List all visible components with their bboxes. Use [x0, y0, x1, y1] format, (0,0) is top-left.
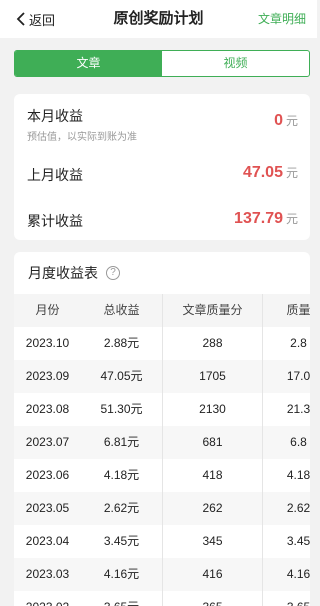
last-month-label: 上月收益 — [27, 167, 83, 183]
table-header: 月份 总收益 文章质量分 质量 — [14, 294, 310, 327]
cell-month: 2023.07 — [25, 435, 70, 449]
table-body: 2023.10 2.88元 288 2.8 2023.09 47.05元 1705 17.0 2… — [14, 327, 310, 606]
cell-month: 2023.10 — [25, 336, 70, 350]
cell-total: 4.18元 — [81, 459, 163, 492]
table-row: 2023.05 2.62元 262 2.62 — [14, 492, 310, 525]
cell-month: 2023.05 — [25, 501, 70, 515]
table-row: 2023.04 3.45元 345 3.45 — [14, 525, 310, 558]
cell-quality: 21.3 — [286, 402, 310, 416]
cell-month: 2023.06 — [25, 468, 70, 482]
cell-score: 345 — [163, 525, 263, 558]
total-amount: 137.79 — [234, 210, 283, 227]
cell-score: 1705 — [163, 360, 263, 393]
total-unit: 元 — [285, 212, 298, 226]
column-header-total: 总收益 — [81, 294, 163, 327]
tab-article[interactable]: 文章 — [15, 51, 162, 76]
cell-quality: 4.16 — [286, 567, 310, 581]
cell-total: 3.45元 — [81, 525, 163, 558]
monthly-earnings-table: 月份 总收益 文章质量分 质量 2023.10 2.88元 288 2.8 2023.0… — [14, 294, 310, 606]
last-month-amount: 47.05 — [242, 164, 283, 181]
cell-score: 418 — [163, 459, 263, 492]
table-row: 2023.023.65元3653.65 — [14, 591, 310, 606]
content-type-tabs: 文章 视频 — [14, 50, 310, 77]
cell-total: 47.05元 — [81, 360, 163, 393]
monthly-table-title: 月度收益表 ? — [28, 263, 120, 283]
cell-month: 2023.09 — [25, 369, 70, 383]
table-row: 2023.07 6.81元 681 6.8 — [14, 426, 310, 459]
top-nav-bar: 返回 原创奖励计划 文章明细 — [0, 0, 317, 38]
cell-quality: 6.8 — [290, 435, 307, 449]
cell-quality: 17.0 — [286, 369, 310, 383]
cell-total: 2.62元 — [81, 492, 163, 525]
cell-month: 2023.08 — [25, 402, 70, 416]
cell-quality: 4.18 — [286, 468, 310, 482]
cell-quality: 3.45 — [286, 534, 310, 548]
column-header-quality: 质量 — [286, 303, 310, 317]
help-icon[interactable]: ? — [106, 266, 120, 280]
cell-total: 2.88元 — [81, 327, 163, 360]
column-header-month: 月份 — [35, 303, 60, 317]
cell-total: 4.16元 — [81, 558, 163, 591]
cell-month: 2023.04 — [25, 534, 70, 548]
table-row: 2023.08 51.30元 2130 21.3 — [14, 393, 310, 426]
this-month-value: 0 元 — [274, 112, 298, 130]
table-row: 2023.09 47.05元 1705 17.0 — [14, 360, 310, 393]
last-month-unit: 元 — [285, 166, 298, 180]
cell-month: 2023.03 — [25, 567, 70, 581]
this-month-note: 预估值，以实际到账为准 — [27, 132, 137, 143]
column-header-score: 文章质量分 — [163, 294, 263, 327]
tab-video[interactable]: 视频 — [162, 51, 309, 76]
article-detail-link[interactable]: 文章明细 — [258, 10, 306, 28]
total-label: 累计收益 — [27, 213, 83, 229]
table-row: 2023.06 4.18元 418 4.18 — [14, 459, 310, 492]
this-month-label: 本月收益 — [27, 108, 83, 124]
cell-score: 2130 — [163, 393, 263, 426]
cell-month: 2023.02 — [14, 591, 81, 606]
monthly-title-text: 月度收益表 — [28, 265, 98, 281]
this-month-unit: 元 — [285, 114, 298, 128]
cell-quality: 2.62 — [286, 501, 310, 515]
monthly-earnings-card: 月度收益表 ? 月份 总收益 文章质量分 质量 2023.10 2.88元 288 2… — [14, 252, 310, 606]
cell-total: 3.65元 — [81, 591, 163, 606]
cell-score: 288 — [163, 327, 263, 360]
last-month-value: 47.05 元 — [243, 164, 298, 182]
table-row: 2023.10 2.88元 288 2.8 — [14, 327, 310, 360]
cell-total: 51.30元 — [81, 393, 163, 426]
cell-score: 416 — [163, 558, 263, 591]
cell-total: 6.81元 — [81, 426, 163, 459]
cell-score: 262 — [163, 492, 263, 525]
cell-score: 365 — [163, 591, 263, 606]
cell-quality: 3.65 — [263, 591, 310, 606]
cell-score: 681 — [163, 426, 263, 459]
this-month-amount: 0 — [274, 112, 283, 129]
earnings-summary-card: 本月收益 预估值，以实际到账为准 0 元 上月收益 47.05 元 累计收益 1… — [14, 94, 310, 240]
total-value: 137.79 元 — [234, 210, 298, 228]
cell-quality: 2.8 — [290, 336, 307, 350]
table-row: 2023.03 4.16元 416 4.16 — [14, 558, 310, 591]
